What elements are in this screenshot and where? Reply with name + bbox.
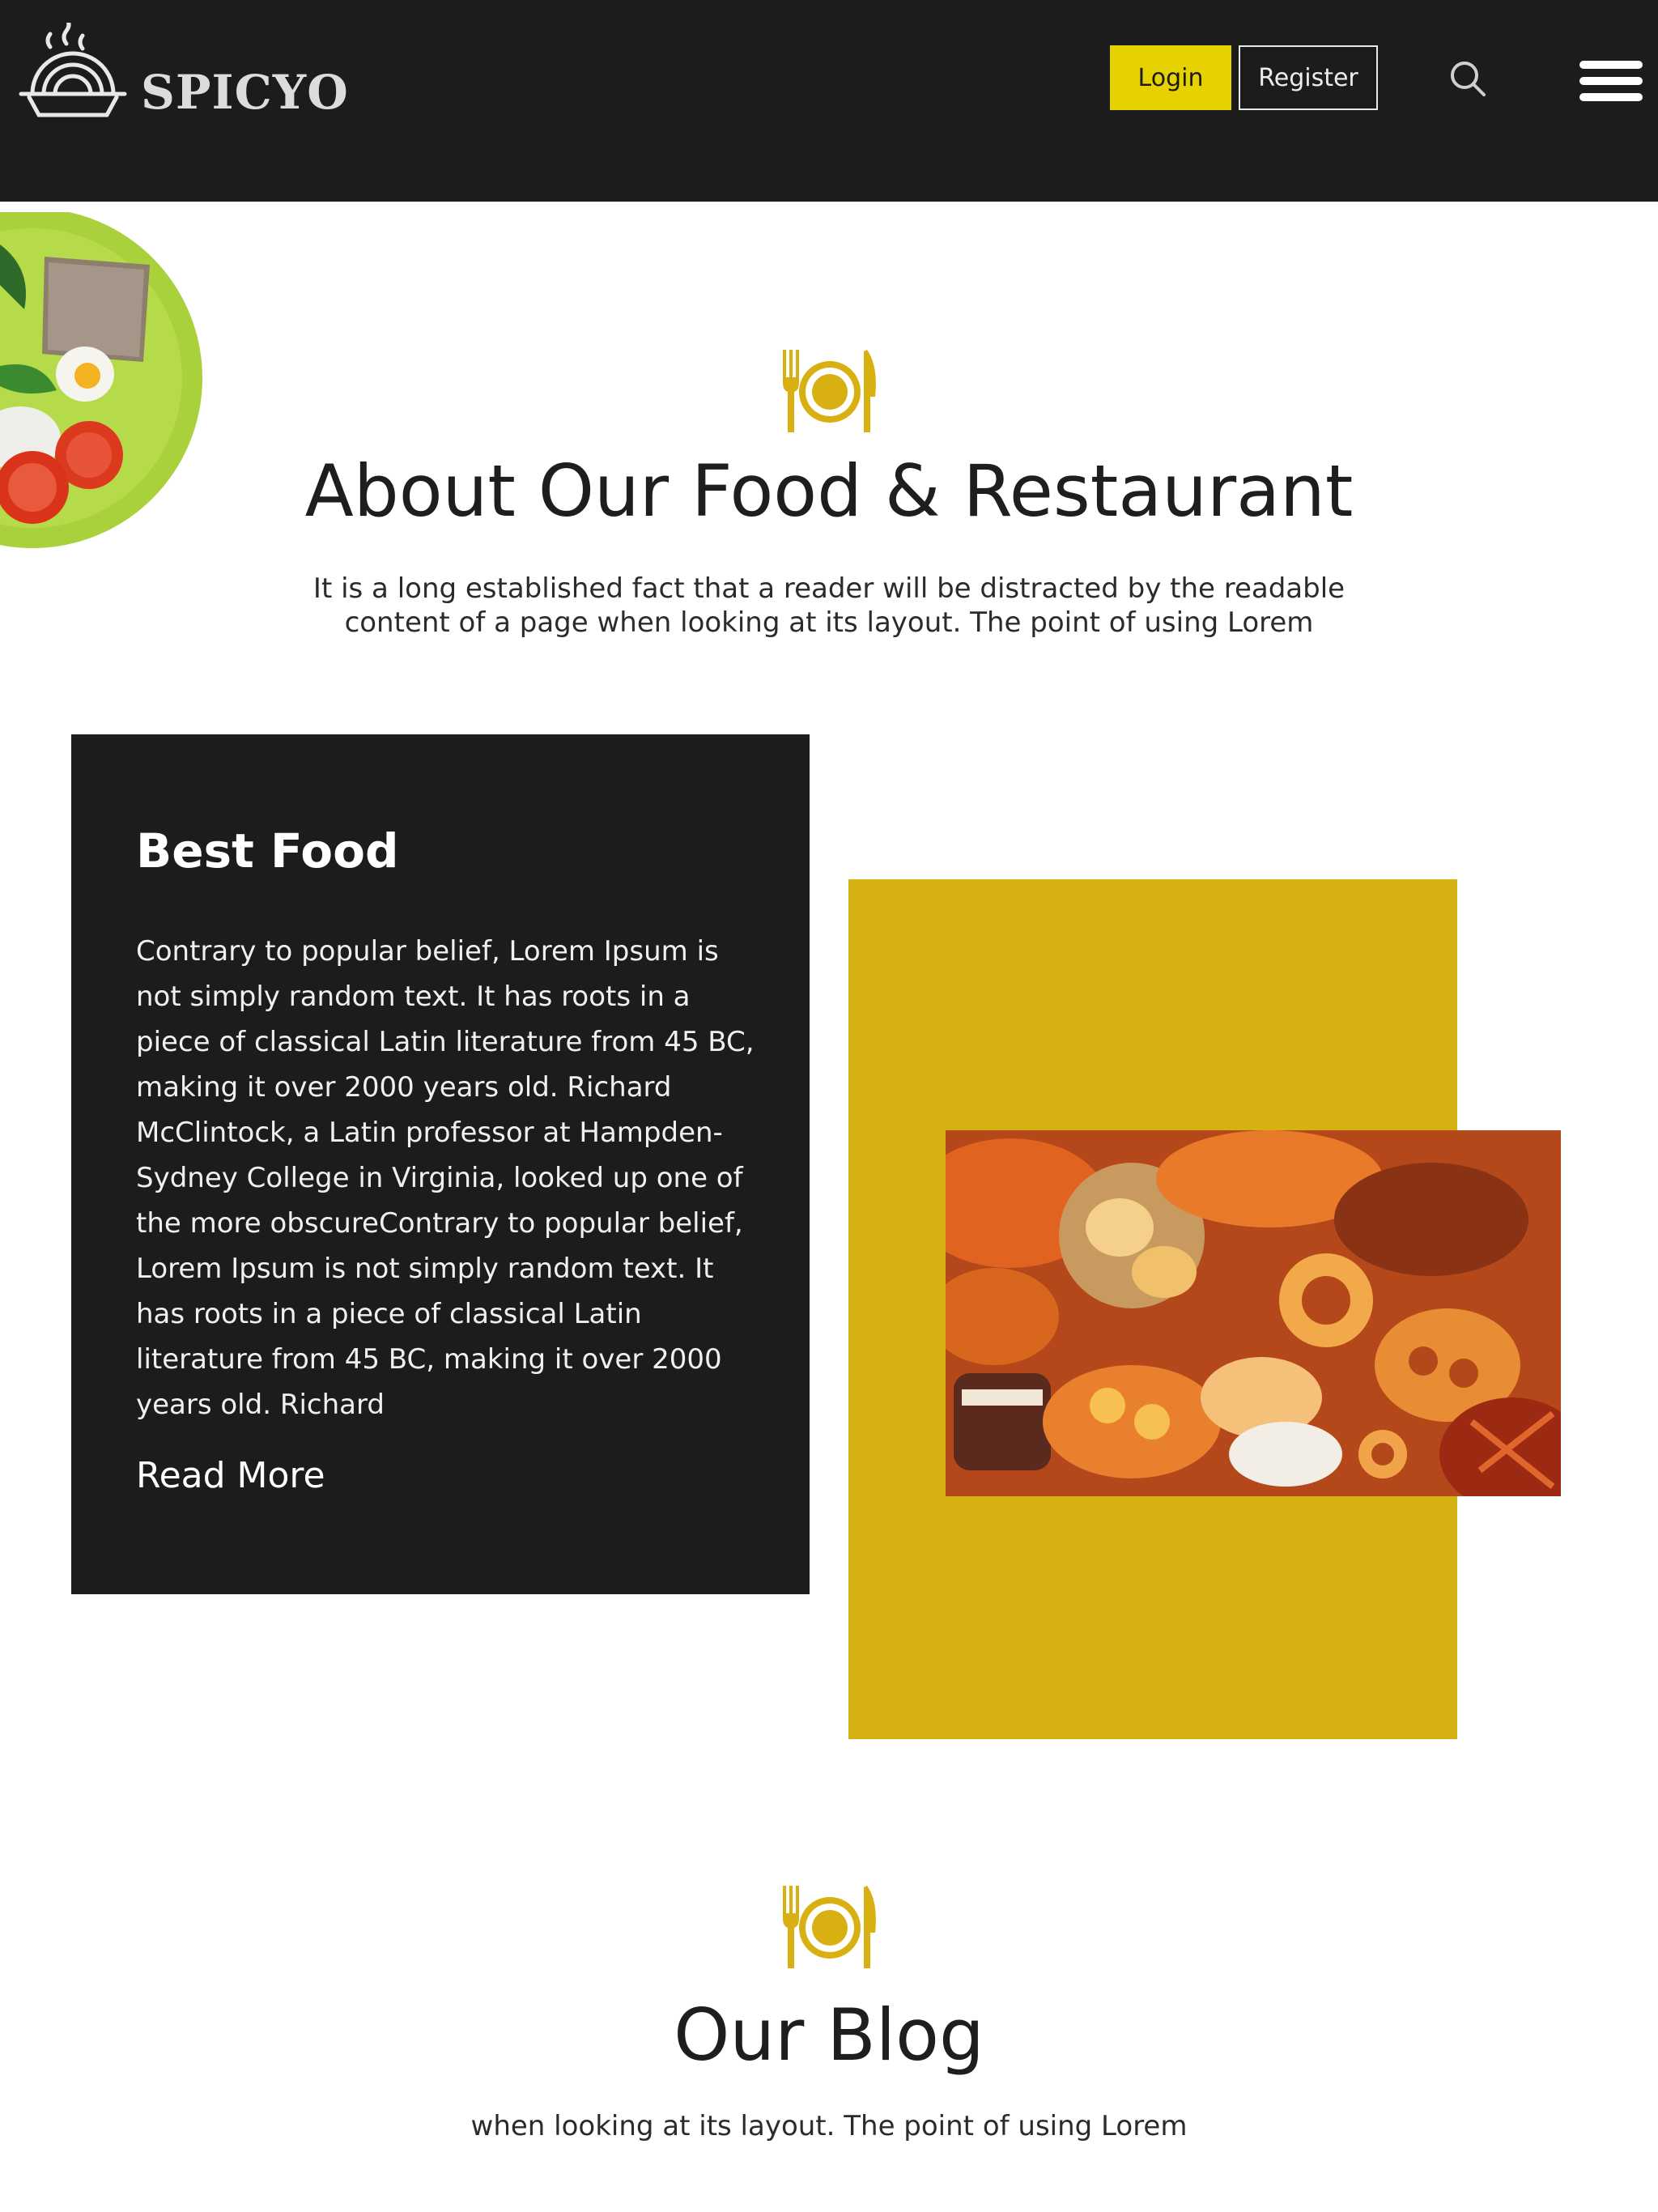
about-description: It is a long established fact that a rea… [312,572,1346,639]
register-button[interactable]: Register [1239,45,1378,110]
best-food-card: Best Food Contrary to popular belief, Lo… [71,734,810,1594]
site-header: SPICYO Login Register [0,0,1658,202]
blog-description: when looking at its layout. The point of… [470,2110,1188,2142]
pastries-image [946,1130,1561,1496]
brand-logo[interactable]: SPICYO [18,23,348,136]
card-title: Best Food [136,823,399,878]
brand-name: SPICYO [141,65,349,120]
fork-plate-knife-icon [783,1886,876,1968]
fork-plate-knife-icon [783,350,876,432]
login-button[interactable]: Login [1110,45,1231,110]
hamburger-menu-icon[interactable] [1579,58,1643,104]
read-more-link[interactable]: Read More [136,1455,325,1496]
about-title: About Our Food & Restaurant [304,449,1354,533]
noodle-bowl-logo-icon [19,23,127,117]
blog-title: Our Blog [674,1993,984,2077]
search-icon[interactable] [1449,60,1486,97]
card-body: Contrary to popular belief, Lorem Ipsum … [136,935,755,1421]
